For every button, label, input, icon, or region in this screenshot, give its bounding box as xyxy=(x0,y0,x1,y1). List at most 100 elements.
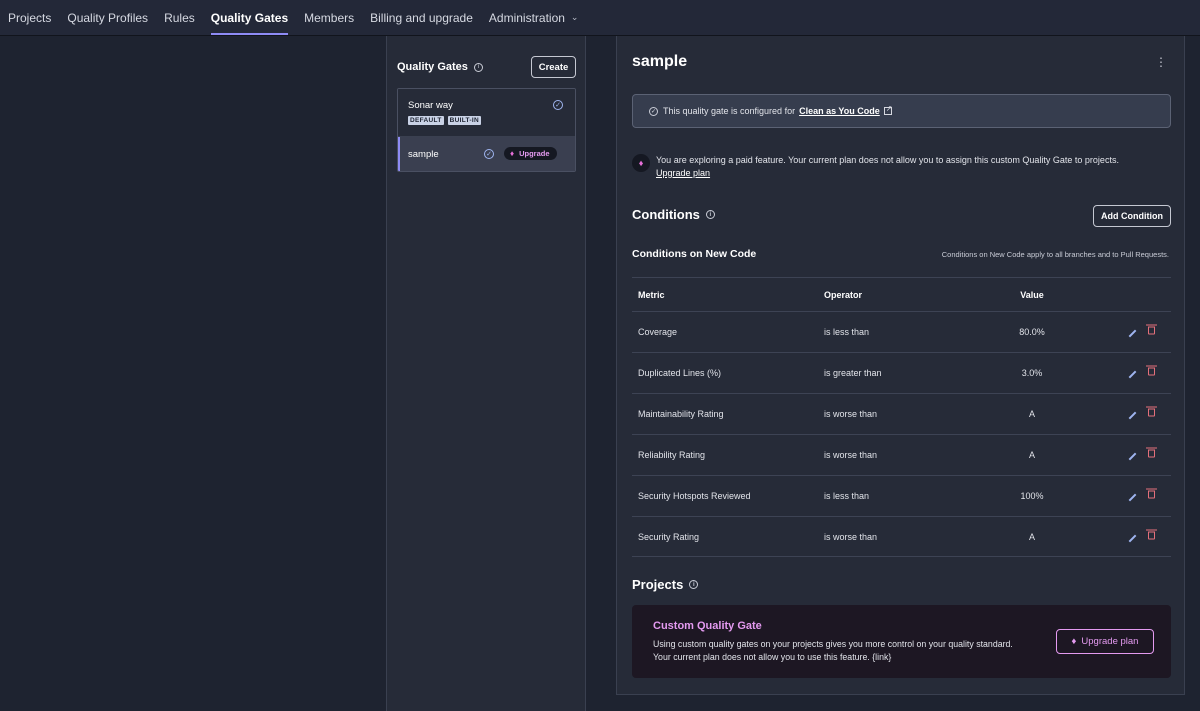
metric-cell: Coverage xyxy=(638,327,678,337)
list-title: Quality Gates xyxy=(397,61,468,73)
value-cell: A xyxy=(1028,450,1035,460)
conditions-table: Metric Operator Value Coverage is less t… xyxy=(632,277,1171,557)
metric-cell: Reliability Rating xyxy=(638,450,706,460)
add-condition-button[interactable]: Add Condition xyxy=(1093,205,1171,227)
chevron-down-icon: ⌄ xyxy=(570,12,579,22)
page-title: sample xyxy=(632,53,688,70)
gate-list: Sonar way ✓ DEFAULT BUILT-IN sample ✓ ♦ … xyxy=(397,88,576,172)
gate-item-sonar-way[interactable]: Sonar way ✓ DEFAULT BUILT-IN xyxy=(398,89,575,137)
table-row: Security Rating is worse than A xyxy=(632,516,1171,557)
operator-cell: is worse than xyxy=(824,450,878,460)
delete-icon[interactable] xyxy=(1146,324,1157,338)
conditions-heading: Conditions i xyxy=(632,207,715,222)
paid-message: You are exploring a paid feature. Your c… xyxy=(656,155,1119,165)
value-cell: 80.0% xyxy=(1019,327,1045,337)
header-metric: Metric xyxy=(638,289,665,300)
paid-feature-text: You are exploring a paid feature. Your c… xyxy=(656,154,1171,179)
upgrade-plan-label: Upgrade plan xyxy=(1081,636,1139,647)
custom-quality-gate-upsell: Custom Quality Gate Using custom quality… xyxy=(632,605,1171,678)
table-row: Maintainability Rating is worse than A xyxy=(632,393,1171,434)
upgrade-plan-link[interactable]: Upgrade plan xyxy=(656,167,1171,180)
delete-icon[interactable] xyxy=(1146,365,1157,379)
edit-icon[interactable] xyxy=(1128,491,1137,502)
operator-cell: is worse than xyxy=(824,409,878,419)
delete-icon[interactable] xyxy=(1146,406,1157,420)
upgrade-badge-label: Upgrade xyxy=(519,149,550,158)
metric-cell: Duplicated Lines (%) xyxy=(638,368,722,378)
nav-label: Projects xyxy=(8,10,52,25)
nav-rules[interactable]: Rules xyxy=(164,0,195,35)
metric-cell: Maintainability Rating xyxy=(638,409,724,419)
projects-heading: Projects i xyxy=(632,577,699,592)
nav-label: Quality Gates xyxy=(210,10,289,25)
conditions-title: Conditions xyxy=(632,207,700,222)
nav-label: Members xyxy=(304,10,355,25)
info-icon[interactable]: i xyxy=(473,62,483,72)
create-button[interactable]: Create xyxy=(531,56,576,78)
nav-quality-gates[interactable]: Quality Gates xyxy=(210,0,289,35)
table-row: Duplicated Lines (%) is greater than 3.0… xyxy=(632,352,1171,393)
gate-name: sample xyxy=(408,149,439,160)
edit-icon[interactable] xyxy=(1128,450,1137,461)
clean-as-you-code-link[interactable]: Clean as You Code xyxy=(799,106,880,116)
metric-cell: Security Rating xyxy=(638,531,700,542)
info-icon[interactable]: i xyxy=(689,580,699,589)
table-row: Coverage is less than 80.0% xyxy=(632,311,1171,352)
table-row: Reliability Rating is worse than A xyxy=(632,434,1171,475)
value-cell: A xyxy=(1028,409,1035,419)
edit-icon[interactable] xyxy=(1128,409,1137,420)
projects-title: Projects xyxy=(632,577,684,592)
header-value: Value xyxy=(1020,289,1044,300)
value-cell: 3.0% xyxy=(1021,368,1043,378)
operator-cell: is worse than xyxy=(824,531,878,542)
upsell-body: Using custom quality gates on your proje… xyxy=(653,638,1053,664)
nav-quality-profiles[interactable]: Quality Profiles xyxy=(67,0,148,35)
banner-text: This quality gate is configured for xyxy=(663,106,796,116)
upsell-title: Custom Quality Gate xyxy=(653,620,762,632)
metric-cell: Security Hotspots Reviewed xyxy=(638,491,751,501)
nav-label: Administration xyxy=(488,10,565,25)
header-operator: Operator xyxy=(824,289,863,300)
check-circle-icon: ✓ xyxy=(649,106,658,116)
nav-administration[interactable]: Administration ⌄ xyxy=(489,0,579,35)
value-cell: 100% xyxy=(1020,491,1044,501)
edit-icon[interactable] xyxy=(1128,368,1137,379)
built-in-tag: BUILT-IN xyxy=(447,116,481,125)
quality-gate-detail-panel: sample ⋮ ✓ This quality gate is configur… xyxy=(616,36,1185,695)
gate-tags: DEFAULT BUILT-IN xyxy=(408,116,481,125)
gem-icon: ♦ xyxy=(1071,636,1077,647)
paid-feature-notice: ♦ You are exploring a paid feature. Your… xyxy=(632,152,1171,182)
edit-icon[interactable] xyxy=(1128,327,1137,338)
value-cell: A xyxy=(1028,531,1035,542)
delete-icon[interactable] xyxy=(1146,488,1157,502)
delete-icon[interactable] xyxy=(1146,447,1157,461)
default-tag: DEFAULT xyxy=(408,116,444,125)
table-row: Security Hotspots Reviewed is less than … xyxy=(632,475,1171,516)
new-code-title: Conditions on New Code xyxy=(632,248,757,260)
check-circle-icon: ✓ xyxy=(553,100,563,110)
nav-label: Billing and upgrade xyxy=(370,10,473,25)
clean-as-you-code-banner: ✓ This quality gate is configured for Cl… xyxy=(632,94,1171,128)
quality-gates-list-panel: Quality Gates i Create Sonar way ✓ DEFAU… xyxy=(386,36,586,711)
upsell-line-1: Using custom quality gates on your proje… xyxy=(653,639,1013,649)
delete-icon[interactable] xyxy=(1146,529,1157,542)
upgrade-badge: ♦ Upgrade xyxy=(504,147,557,160)
nav-projects[interactable]: Projects xyxy=(8,0,51,35)
nav-members[interactable]: Members xyxy=(304,0,354,35)
operator-cell: is less than xyxy=(824,491,870,501)
upsell-line-2: Your current plan does not allow you to … xyxy=(653,652,892,662)
gem-icon: ♦ xyxy=(510,149,515,158)
gate-name: Sonar way xyxy=(408,100,453,111)
nav-label: Quality Profiles xyxy=(67,10,149,25)
check-circle-icon: ✓ xyxy=(484,149,494,159)
nav-billing[interactable]: Billing and upgrade xyxy=(370,0,473,35)
gate-item-sample[interactable]: sample ✓ ♦ Upgrade xyxy=(398,137,575,171)
info-icon[interactable]: i xyxy=(705,210,715,219)
gem-icon: ♦ xyxy=(632,154,650,172)
external-link-icon xyxy=(883,104,892,115)
nav-label: Rules xyxy=(164,10,195,25)
upgrade-plan-button[interactable]: ♦ Upgrade plan xyxy=(1056,629,1154,654)
more-options-icon[interactable]: ⋮ xyxy=(1155,56,1167,68)
new-code-note: Conditions on New Code apply to all bran… xyxy=(941,250,1169,259)
edit-icon[interactable] xyxy=(1128,531,1137,542)
